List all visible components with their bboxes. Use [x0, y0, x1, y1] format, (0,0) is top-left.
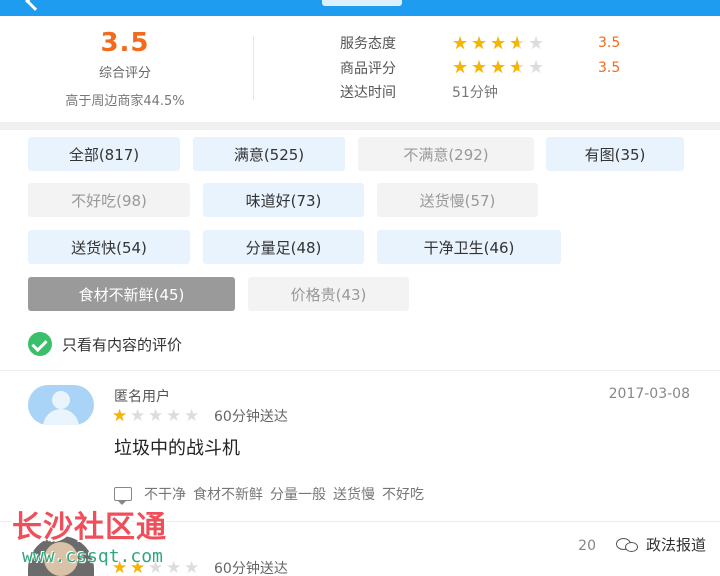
- tag-filter-with-photo[interactable]: 有图(35): [546, 137, 684, 171]
- tag-filter-generous-portion[interactable]: 分量足(48): [203, 230, 364, 264]
- tag-filter-satisfied[interactable]: 满意(525): [193, 137, 345, 171]
- star-icon: ★: [166, 557, 182, 576]
- star-icon: ★: [528, 32, 545, 54]
- page-title-cutoff: [322, 0, 402, 6]
- tag-filter-slow-delivery[interactable]: 送货慢(57): [377, 183, 538, 217]
- review-tag: 不好吃: [382, 487, 424, 503]
- checkmark-icon[interactable]: [28, 332, 52, 356]
- review-tag: 食材不新鲜: [193, 487, 263, 503]
- review-tags: 不干净 食材不新鲜 分量一般 送货慢 不好吃: [114, 484, 431, 505]
- rating-value: 3.5: [598, 35, 621, 52]
- tag-filter-unsatisfied[interactable]: 不满意(292): [358, 137, 534, 171]
- star-icon: ★ ★: [490, 57, 507, 79]
- review-tag-filters: 全部(817) 满意(525) 不满意(292) 有图(35) 不好吃(98) …: [0, 130, 720, 322]
- reviews-page: 3.5 综合评分 高于周边商家44.5% 服务态度 ★ ★ ★ ★ ★ ★ ★ ★ ★ 3.5 …: [0, 0, 720, 576]
- watermark-account: 政法报道: [615, 534, 706, 555]
- star-rating: ★ ★ ★ ★ ★ ★ ★ ★ ★: [452, 58, 598, 77]
- rating-row-delivery: 送达时间 51分钟: [340, 80, 620, 105]
- tag-filter-tasty[interactable]: 味道好(73): [203, 183, 364, 217]
- tag-filter-expensive[interactable]: 价格贵(43): [248, 277, 409, 311]
- star-icon: ★: [528, 57, 545, 79]
- overall-score-label: 综合评分: [98, 66, 151, 81]
- review-content: 垃圾中的战斗机: [114, 438, 240, 459]
- delivery-time-value: 51分钟: [452, 85, 498, 102]
- review-date: 20: [578, 538, 596, 554]
- rating-row-label: 送达时间: [340, 85, 396, 102]
- delivery-duration: 60分钟送达: [214, 409, 288, 425]
- review-tag: 不干净: [144, 487, 186, 503]
- content-only-filter[interactable]: 只看有内容的评价: [28, 332, 182, 356]
- tag-filter-all[interactable]: 全部(817): [28, 137, 180, 171]
- star-icon: ★: [184, 557, 200, 576]
- back-arrow-icon[interactable]: [25, 0, 45, 11]
- star-icon: ★ ★: [452, 57, 469, 79]
- avatar: [28, 385, 94, 425]
- rating-row-service: 服务态度 ★ ★ ★ ★ ★ ★ ★ ★ ★ 3.5: [340, 31, 620, 56]
- watermark-site-name: 长沙社区通: [12, 510, 167, 545]
- comment-icon: [114, 487, 132, 505]
- content-only-label: 只看有内容的评价: [62, 335, 183, 354]
- compare-text: 高于周边商家44.5%: [65, 94, 185, 109]
- section-separator: [0, 122, 720, 130]
- review-username: 匿名用户: [114, 389, 170, 405]
- overall-score: 3.5: [100, 28, 150, 58]
- star-icon: ★ ★: [509, 32, 526, 54]
- review-item: 匿名用户 2017-03-08 ★ ★ ★ ★ ★ ★ 60分钟送达 垃圾中的战斗机 不干…: [0, 371, 720, 521]
- rating-row-product: 商品评分 ★ ★ ★ ★ ★ ★ ★ ★ ★ 3.5: [340, 56, 620, 81]
- top-navigation-bar: [0, 0, 720, 16]
- watermark-site-url: www.cssqt.com: [22, 546, 163, 567]
- rating-row-label: 服务态度: [340, 36, 396, 53]
- star-icon: ★: [166, 405, 182, 426]
- watermark-site: 长沙社区通 www.cssqt.com: [12, 502, 167, 567]
- tag-filter-fast-delivery[interactable]: 送货快(54): [28, 230, 190, 264]
- star-icon: ★ ★: [471, 57, 488, 79]
- rating-breakdown: 服务态度 ★ ★ ★ ★ ★ ★ ★ ★ ★ 3.5 商品评分 ★ ★ ★ ★ ★ ★ ★ ★ ★ 3.5 送达…: [340, 31, 620, 105]
- watermark-account-name: 政法报道: [645, 536, 706, 554]
- review-date: 2017-03-08: [608, 386, 690, 402]
- rating-summary: 3.5 综合评分 高于周边商家44.5% 服务态度 ★ ★ ★ ★ ★ ★ ★ ★ ★ 3.5 …: [0, 16, 720, 122]
- star-icon: ★ ★: [112, 405, 128, 426]
- review-tag: 分量一般: [270, 487, 326, 503]
- star-rating: ★ ★ ★ ★ ★ ★: [112, 405, 202, 426]
- tag-filter-clean[interactable]: 干净卫生(46): [377, 230, 561, 264]
- review-rating-row: ★ ★ ★ ★ ★ ★ 60分钟送达: [112, 406, 288, 426]
- rating-value: 3.5: [598, 59, 621, 76]
- wechat-icon: [615, 536, 640, 554]
- delivery-duration: 60分钟送达: [214, 561, 288, 576]
- star-rating: ★ ★ ★ ★ ★ ★ ★ ★ ★: [452, 34, 598, 53]
- divider: [253, 36, 254, 100]
- review-tag: 送货慢: [333, 487, 375, 503]
- star-icon: ★ ★: [490, 32, 507, 54]
- star-icon: ★ ★: [471, 32, 488, 54]
- star-icon: ★ ★: [509, 57, 526, 79]
- tag-filter-not-fresh[interactable]: 食材不新鲜(45): [28, 277, 235, 311]
- star-icon: ★: [148, 405, 164, 426]
- star-icon: ★: [130, 405, 146, 426]
- star-icon: ★: [184, 405, 200, 426]
- tag-filter-not-tasty[interactable]: 不好吃(98): [28, 183, 190, 217]
- overall-score-block: 3.5 综合评分 高于周边商家44.5%: [20, 28, 230, 109]
- rating-row-label: 商品评分: [340, 60, 396, 77]
- star-icon: ★ ★: [452, 32, 469, 54]
